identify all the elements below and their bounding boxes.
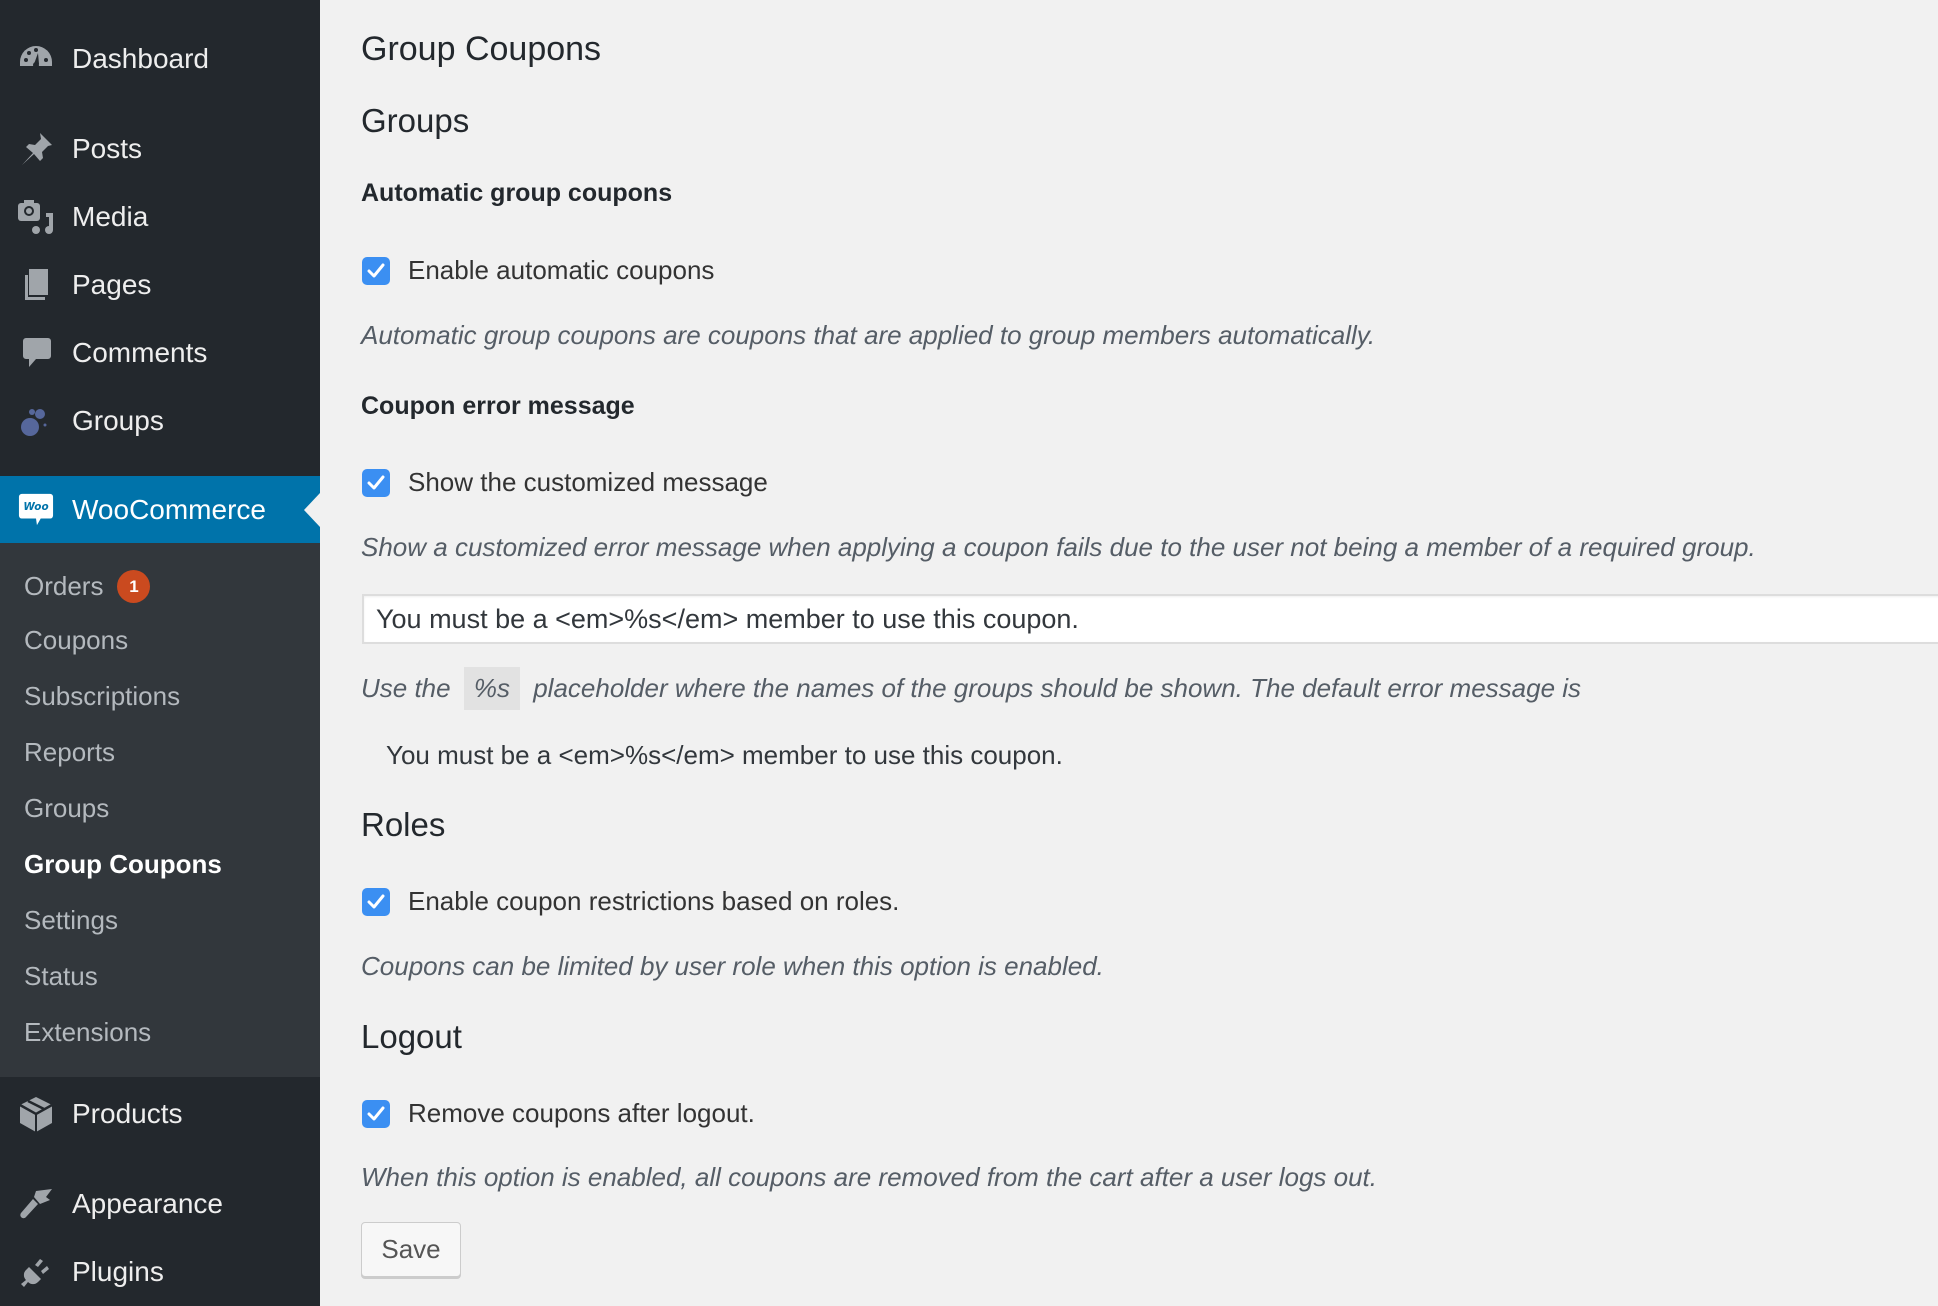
page-title: Group Coupons <box>361 30 602 68</box>
help-text-before: Use the <box>361 673 451 703</box>
logout-description: When this option is enabled, all coupons… <box>361 1162 1377 1192</box>
remove-coupons-after-logout-checkbox[interactable]: Remove coupons after logout. <box>362 1098 755 1129</box>
sidebar-item-label: Posts <box>72 133 143 164</box>
submenu-item-label: Groups <box>24 793 110 823</box>
groups-icon <box>18 403 54 439</box>
show-customized-message-checkbox[interactable]: Show the customized message <box>362 467 768 498</box>
submenu-item-reports[interactable]: Reports <box>24 737 115 768</box>
submenu-item-subscriptions[interactable]: Subscriptions <box>24 681 180 712</box>
active-menu-arrow <box>304 492 320 527</box>
checkbox-checked-icon[interactable] <box>362 256 390 285</box>
checkbox-label: Remove coupons after logout. <box>408 1098 755 1128</box>
sidebar-item-groups[interactable]: Groups <box>0 393 320 449</box>
sidebar-item-label: Pages <box>72 269 152 300</box>
submenu-item-label: Group Coupons <box>24 849 222 879</box>
enable-role-restrictions-checkbox[interactable]: Enable coupon restrictions based on role… <box>362 886 899 917</box>
checkbox-label: Enable automatic coupons <box>408 255 715 285</box>
submenu-item-coupons[interactable]: Coupons <box>24 625 128 656</box>
submenu-item-label: Extensions <box>24 1017 152 1047</box>
section-heading-roles: Roles <box>361 806 446 843</box>
sidebar-item-pages[interactable]: Pages <box>0 257 320 313</box>
svg-text:Woo: Woo <box>23 501 48 513</box>
submenu-item-group-coupons[interactable]: Group Coupons <box>24 849 222 880</box>
sidebar-item-plugins[interactable]: Plugins <box>0 1244 320 1300</box>
error-message-description: Show a customized error message when app… <box>361 532 1756 562</box>
orders-count-badge: 1 <box>117 570 151 603</box>
sidebar-item-label: Dashboard <box>72 43 209 74</box>
sidebar-item-media[interactable]: Media <box>0 189 320 245</box>
admin-sidebar: Dashboard Posts Media Pages Comments Gro… <box>0 0 320 1306</box>
submenu-item-label: Coupons <box>24 625 129 655</box>
section-heading-groups: Groups <box>361 102 470 139</box>
woo-icon: Woo <box>18 492 54 528</box>
plug-icon <box>18 1254 54 1290</box>
pages-icon <box>18 267 54 303</box>
error-message-input[interactable] <box>362 594 1938 644</box>
placeholder-code: %s <box>463 667 520 710</box>
enable-automatic-coupons-checkbox[interactable]: Enable automatic coupons <box>362 255 714 286</box>
default-error-message: You must be a <em>%s</em> member to use … <box>386 740 1063 770</box>
sidebar-item-label: Comments <box>72 337 208 368</box>
submenu-item-label: Settings <box>24 905 118 935</box>
checkbox-checked-icon[interactable] <box>362 1099 390 1128</box>
placeholder-help-text: Use the %s placeholder where the names o… <box>361 667 1581 710</box>
save-button[interactable]: Save <box>361 1222 461 1277</box>
sidebar-item-posts[interactable]: Posts <box>0 121 320 177</box>
sidebar-item-products[interactable]: Products <box>0 1086 320 1142</box>
sidebar-item-comments[interactable]: Comments <box>0 325 320 381</box>
submenu-item-label: Subscriptions <box>24 681 181 711</box>
sidebar-item-label: Groups <box>72 405 164 436</box>
submenu-item-label: Status <box>24 961 98 991</box>
pushpin-icon <box>18 131 54 167</box>
submenu-item-settings[interactable]: Settings <box>24 905 118 936</box>
dashboard-icon <box>18 41 54 77</box>
subheading-automatic-group-coupons: Automatic group coupons <box>361 179 673 207</box>
comment-icon <box>18 335 54 371</box>
section-heading-logout: Logout <box>361 1018 462 1055</box>
submenu-item-status[interactable]: Status <box>24 961 98 992</box>
submenu-item-orders[interactable]: Orders 1 <box>24 570 151 603</box>
checkbox-label: Enable coupon restrictions based on role… <box>408 886 900 916</box>
subheading-coupon-error-message: Coupon error message <box>361 392 635 420</box>
settings-content: Group Coupons Groups Automatic group cou… <box>320 0 1938 1306</box>
sidebar-item-woocommerce[interactable]: Woo WooCommerce <box>0 476 320 543</box>
media-icon <box>18 199 54 235</box>
sidebar-item-label: Plugins <box>72 1256 164 1287</box>
sidebar-item-appearance[interactable]: Appearance <box>0 1176 320 1232</box>
checkbox-checked-icon[interactable] <box>362 887 390 916</box>
box-icon <box>18 1096 54 1132</box>
woocommerce-submenu: Orders 1 Coupons Subscriptions Reports G… <box>0 543 320 1077</box>
checkbox-checked-icon[interactable] <box>362 468 390 497</box>
paintbrush-icon <box>18 1186 54 1222</box>
sidebar-item-label: Appearance <box>72 1188 224 1219</box>
sidebar-item-label: Products <box>72 1098 183 1129</box>
submenu-item-label: Reports <box>24 737 116 767</box>
submenu-item-extensions[interactable]: Extensions <box>24 1017 151 1048</box>
sidebar-item-label: WooCommerce <box>72 493 266 525</box>
sidebar-item-dashboard[interactable]: Dashboard <box>0 31 320 87</box>
submenu-item-label: Orders <box>24 571 104 601</box>
roles-description: Coupons can be limited by user role when… <box>361 951 1104 981</box>
checkbox-label: Show the customized message <box>408 467 768 497</box>
automatic-coupons-description: Automatic group coupons are coupons that… <box>361 320 1376 350</box>
sidebar-item-label: Media <box>72 201 149 232</box>
submenu-item-groups[interactable]: Groups <box>24 793 109 824</box>
help-text-after: placeholder where the names of the group… <box>533 673 1582 703</box>
